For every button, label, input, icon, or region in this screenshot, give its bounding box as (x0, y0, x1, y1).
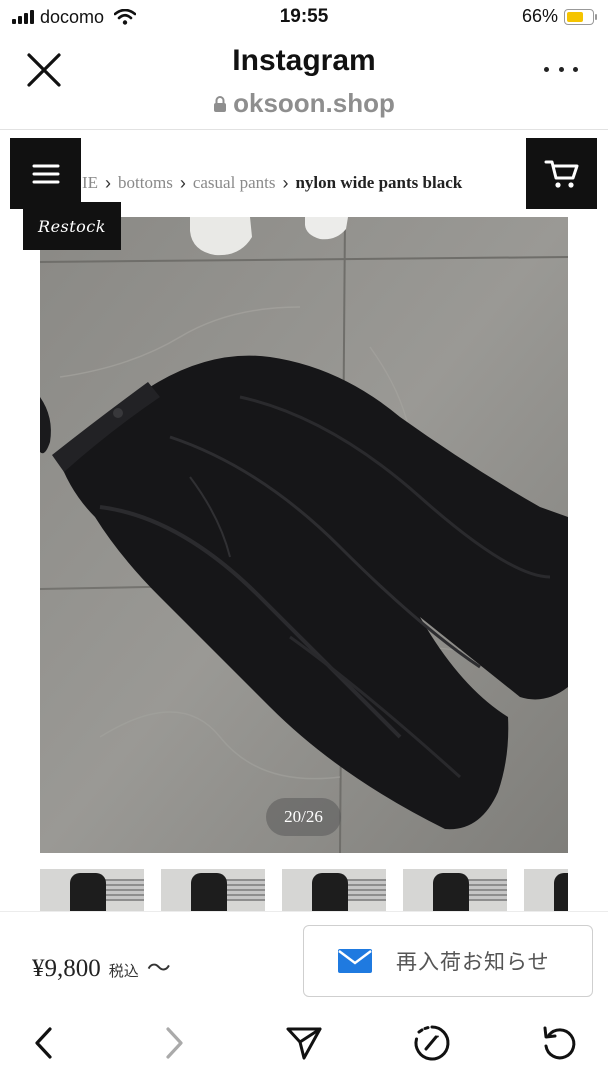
thumbnail-background (467, 879, 507, 901)
image-counter: 20/26 (266, 798, 341, 836)
reload-icon (543, 1026, 576, 1060)
browser-header: Instagram oksoon.shop (0, 34, 608, 130)
breadcrumb: IE › bottoms › casual pants › nylon wide… (82, 170, 462, 196)
restock-notify-label: 再入荷お知らせ (396, 950, 550, 974)
more-button[interactable] (544, 54, 578, 84)
chevron-right-icon: › (105, 172, 112, 193)
breadcrumb-casual-pants[interactable]: casual pants (193, 173, 276, 193)
battery-icon (564, 8, 597, 25)
price-tax-note: 税込 (108, 964, 139, 980)
status-right: 66% (521, 6, 597, 27)
thumbnail-2[interactable] (161, 869, 265, 911)
chevron-right-icon: › (179, 172, 186, 193)
restock-badge: Restock (23, 202, 121, 250)
status-bar: docomo 19:55 66% (0, 0, 608, 34)
thumbnail-strip (40, 869, 568, 911)
forward-button[interactable] (154, 1023, 194, 1063)
thumbnail-model (191, 873, 227, 911)
share-button[interactable] (284, 1023, 324, 1063)
forward-icon (166, 1027, 183, 1059)
reload-button[interactable] (540, 1023, 580, 1063)
menu-button[interactable] (10, 138, 81, 209)
thumbnail-background (225, 879, 265, 901)
battery-fill (567, 11, 583, 22)
battery-percent: 66% (521, 6, 558, 26)
browser-open-button[interactable] (412, 1023, 452, 1063)
thumbnail-3[interactable] (282, 869, 386, 911)
thumbnail-4[interactable] (403, 869, 507, 911)
restock-notify-button[interactable]: 再入荷お知らせ (303, 925, 593, 997)
thumbnail-model (433, 873, 469, 911)
thumbnail-model (554, 873, 568, 911)
compass-icon (414, 1025, 450, 1061)
product-image[interactable] (40, 217, 568, 853)
more-icon (544, 66, 549, 72)
thumbnail-model (312, 873, 348, 911)
purchase-bar: ¥9,800 税込 〜 再入荷お知らせ (0, 911, 608, 1009)
page-title: Instagram (232, 44, 376, 77)
url-bar[interactable]: oksoon.shop (0, 88, 608, 119)
price-block: ¥9,800 税込 〜 (32, 948, 171, 983)
lock-icon (214, 95, 227, 112)
breadcrumb-bottoms[interactable]: bottoms (118, 173, 173, 193)
browser-toolbar (0, 1009, 608, 1080)
back-icon (35, 1027, 52, 1059)
menu-icon (32, 164, 59, 183)
share-icon (286, 1027, 322, 1060)
cart-icon (544, 160, 578, 188)
thumbnail-1[interactable] (40, 869, 144, 911)
thumbnail-5[interactable] (524, 869, 568, 911)
mail-icon (338, 949, 372, 973)
breadcrumb-current: nylon wide pants black (295, 173, 463, 192)
thumbnail-background (104, 879, 144, 901)
status-time: 19:55 (279, 6, 329, 27)
breadcrumb-home[interactable]: IE (82, 173, 98, 193)
chevron-right-icon: › (282, 172, 289, 193)
thumbnail-background (346, 879, 386, 901)
url-text: oksoon.shop (233, 88, 395, 118)
price-value: ¥9,800 (32, 955, 101, 982)
back-button[interactable] (24, 1023, 64, 1063)
product-photo-art (40, 217, 568, 853)
price-tilde: 〜 (146, 956, 171, 982)
cart-button[interactable] (526, 138, 597, 209)
thumbnail-model (70, 873, 106, 911)
